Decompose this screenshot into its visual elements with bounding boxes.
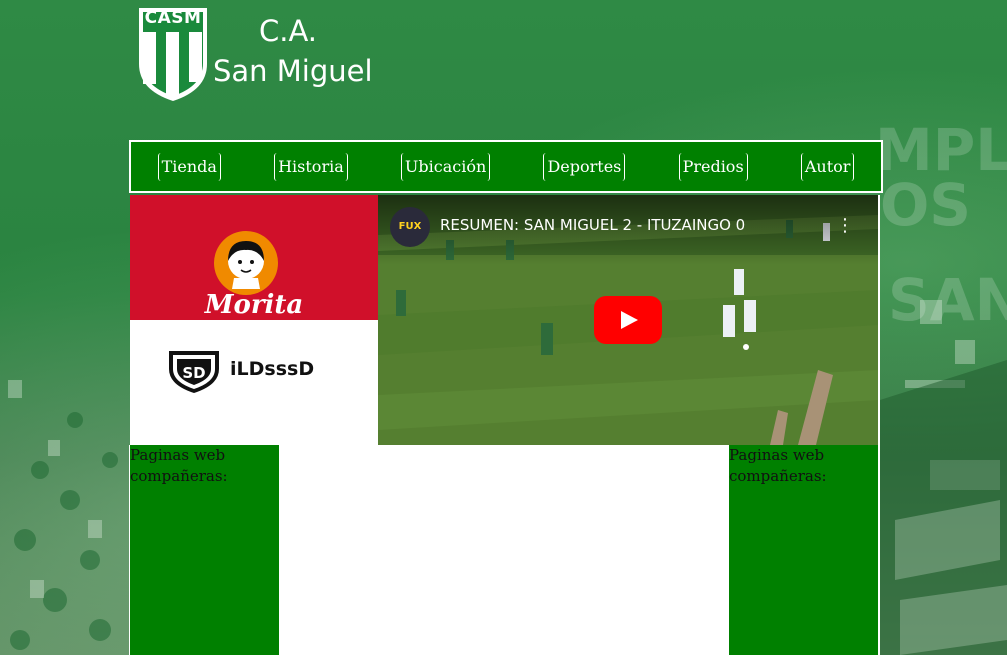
club-logo[interactable]: CASM C.A. San Miguel: [137, 6, 377, 104]
partner-sites-right: Paginas web compañeras:: [729, 445, 878, 655]
partner-sites-left-label: Paginas web compañeras:: [130, 446, 228, 485]
main-nav: Tienda Historia Ubicación Deportes Predi…: [129, 140, 883, 193]
channel-avatar[interactable]: FUX: [390, 207, 430, 247]
svg-text:SD: SD: [182, 364, 205, 382]
nav-ubicacion[interactable]: Ubicación: [400, 152, 491, 181]
club-name-line1: C.A.: [259, 14, 318, 48]
morita-logo-text: Morita: [204, 290, 304, 320]
club-name-line2: San Miguel: [213, 54, 373, 88]
club-abbreviation: CASM: [144, 8, 202, 28]
play-button-icon[interactable]: [594, 296, 662, 344]
main-content-area: [279, 445, 729, 655]
partner-sites-right-label: Paginas web compañeras:: [729, 446, 827, 485]
video-player[interactable]: FUX RESUMEN: SAN MIGUEL 2 - ITUZAINGO 0 …: [378, 195, 878, 445]
nav-deportes[interactable]: Deportes: [543, 152, 626, 181]
partner-sites-left: Paginas web compañeras:: [130, 445, 279, 655]
nav-historia[interactable]: Historia: [274, 152, 348, 181]
osd-logo-text: iLDsssD: [230, 358, 315, 380]
svg-text:OS: OS: [880, 171, 971, 239]
sponsor-banner-osd[interactable]: SD iLDsssD: [130, 320, 378, 445]
nav-autor[interactable]: Autor: [800, 152, 855, 181]
svg-text:SAN: SAN: [888, 266, 1007, 334]
content-frame-right-border: [878, 195, 880, 655]
morita-face-icon: [214, 231, 278, 295]
video-title[interactable]: RESUMEN: SAN MIGUEL 2 - ITUZAINGO 0: [440, 216, 820, 234]
content-frame-left-border: [129, 445, 130, 655]
osd-emblem-icon: SD: [169, 351, 219, 393]
sponsor-banner-morita[interactable]: Morita: [130, 195, 378, 320]
svg-text:MPL: MPL: [875, 116, 1007, 184]
more-options-icon[interactable]: ⋮: [836, 211, 854, 241]
nav-predios[interactable]: Predios: [678, 152, 748, 181]
nav-tienda[interactable]: Tienda: [157, 152, 221, 181]
